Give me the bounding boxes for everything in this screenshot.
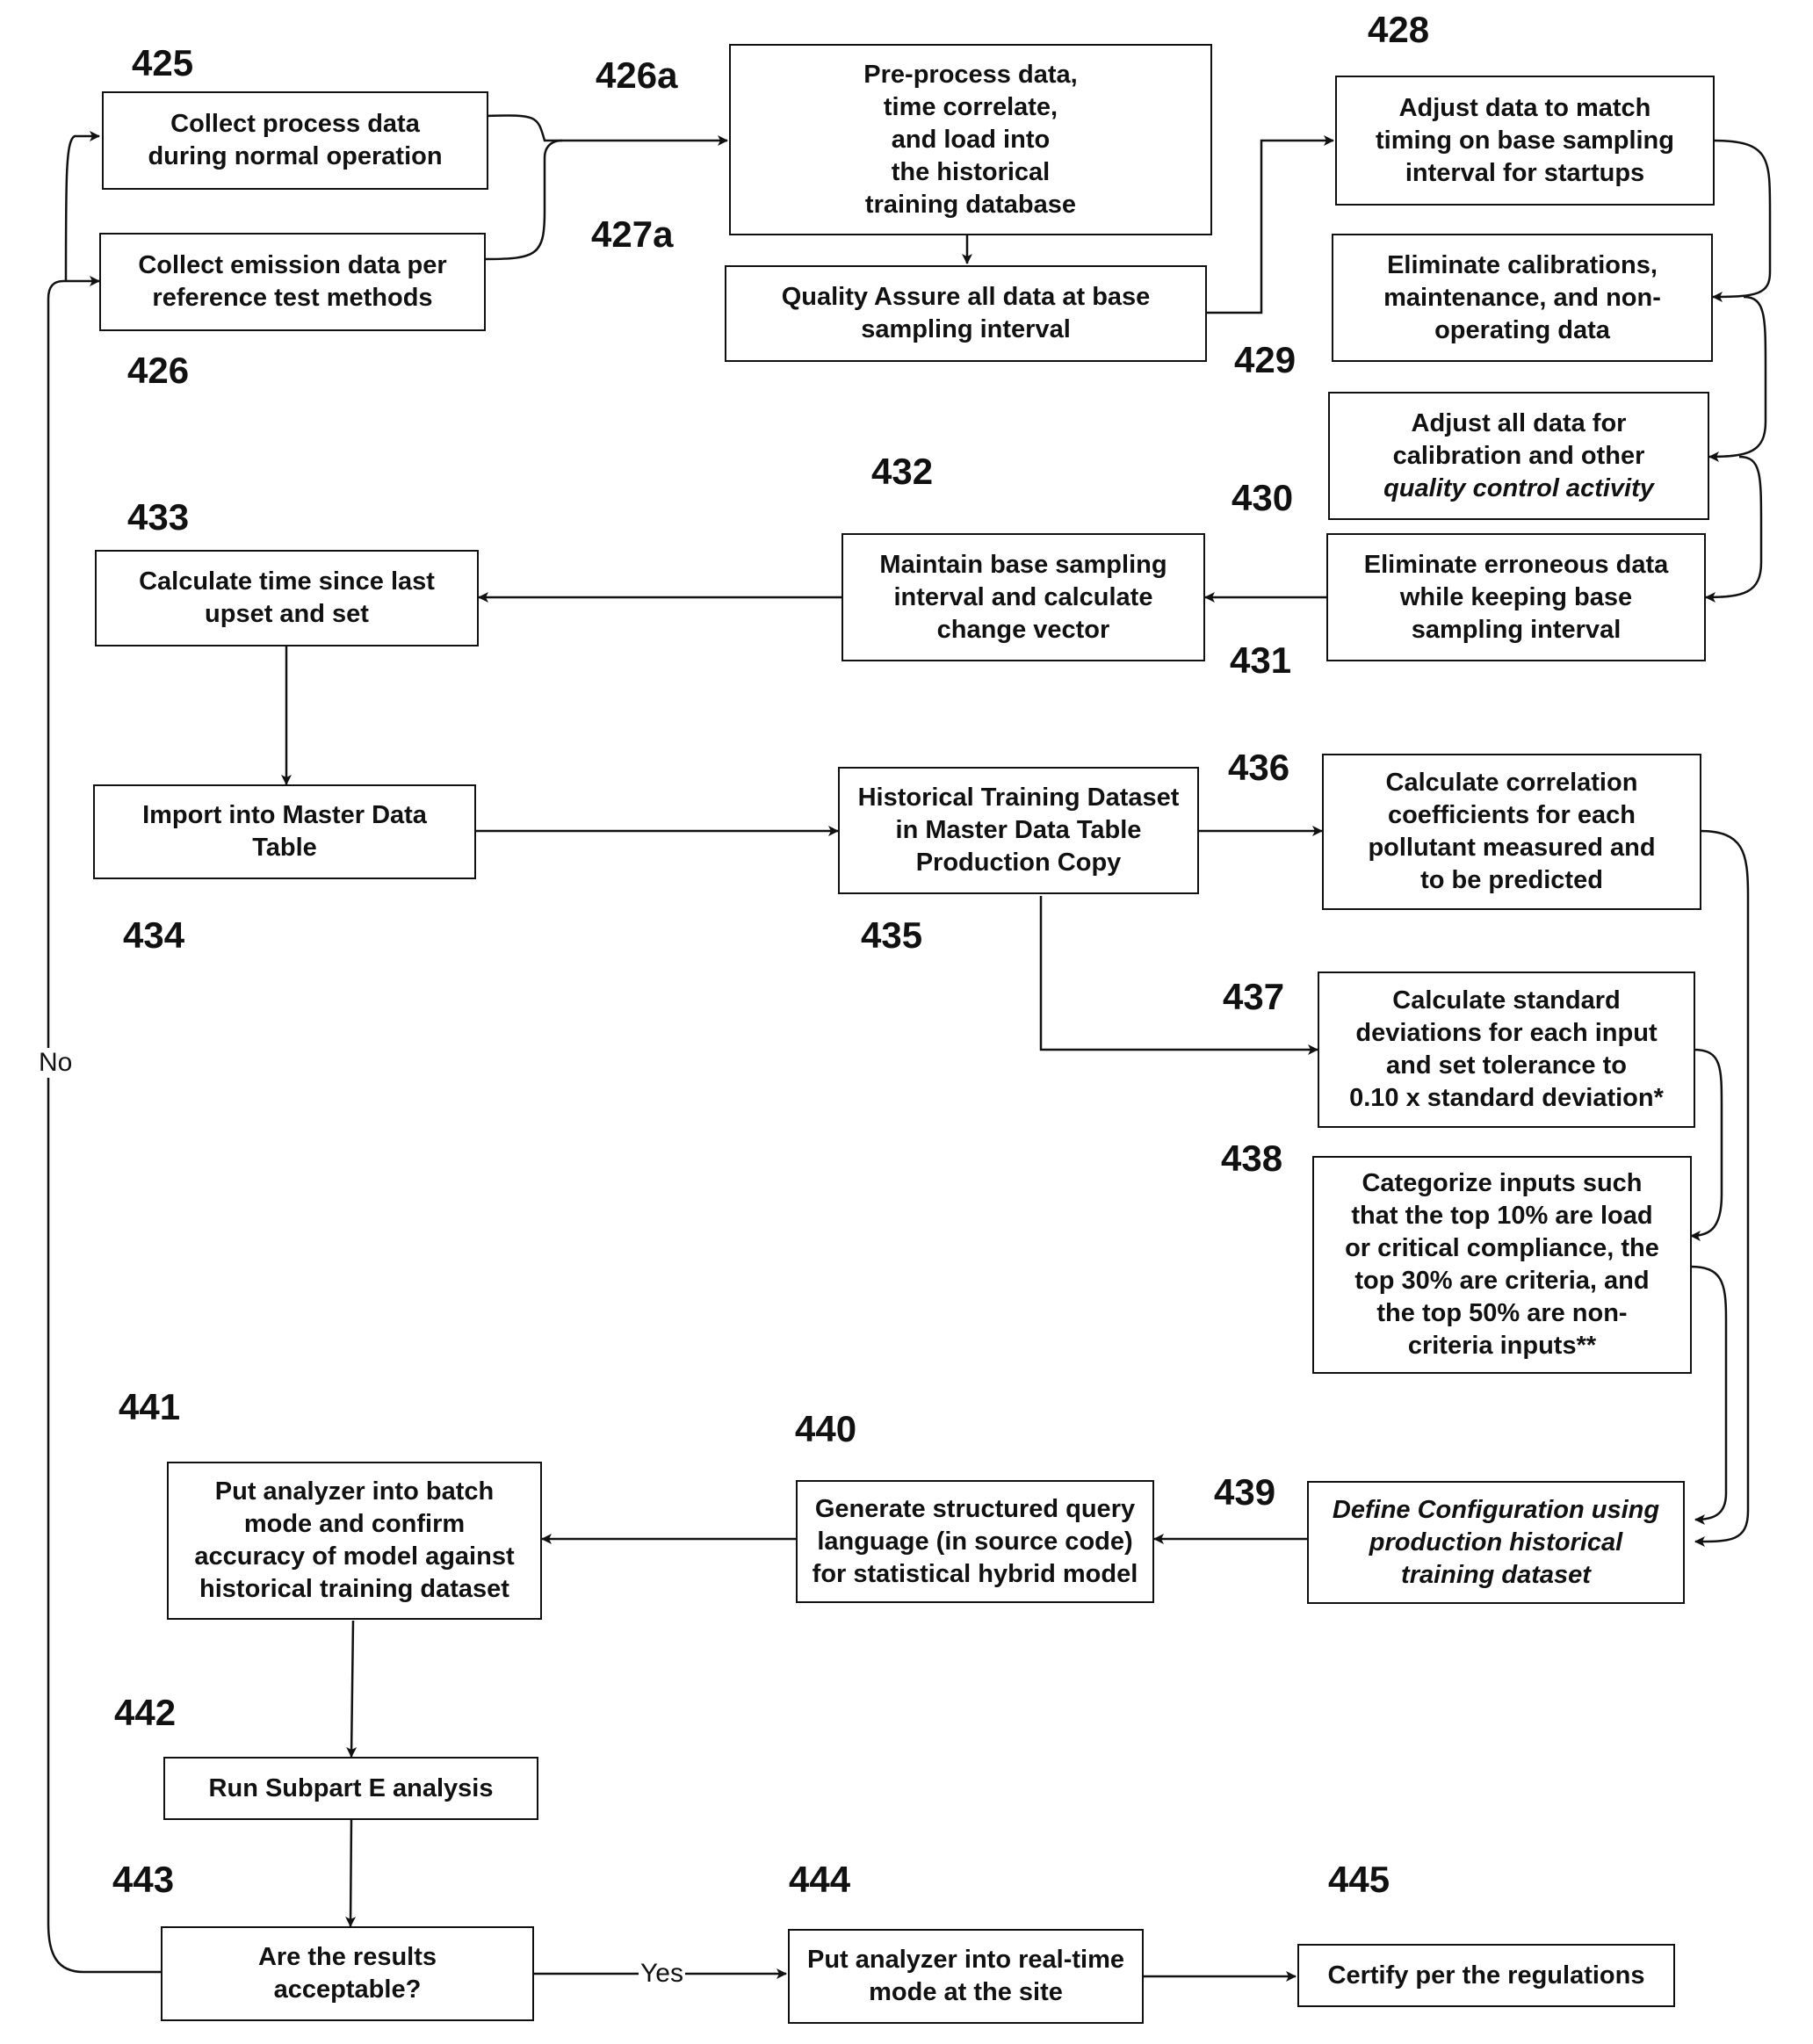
step-define-configuration: Define Configuration using production hi… [1307, 1481, 1685, 1604]
ref-label-442: 442 [114, 1692, 177, 1733]
edge-425-426a [485, 114, 728, 146]
step-generate-sql: Generate structured query language (in s… [796, 1480, 1154, 1603]
step-eliminate-erroneous-data: Eliminate erroneous data while keeping b… [1326, 533, 1706, 661]
step-historical-training-dataset: Historical Training Dataset in Master Da… [838, 767, 1199, 894]
ref-label-444: 444 [789, 1859, 851, 1900]
step-real-time-mode: Put analyzer into real-time mode at the … [788, 1929, 1144, 2024]
edge-427a-428 [1207, 135, 1334, 314]
ref-label-431: 431 [1230, 639, 1292, 681]
edge-438-439 [1690, 1265, 1728, 1525]
ref-label-425: 425 [132, 42, 194, 83]
step-batch-mode-confirm: Put analyzer into batch mode and confirm… [167, 1462, 542, 1620]
edge-label-no: No [37, 1048, 75, 1078]
edge-426-426a [485, 139, 563, 261]
step-eliminate-calibrations: Eliminate calibrations, maintenance, and… [1332, 234, 1713, 362]
ref-label-445: 445 [1328, 1859, 1390, 1900]
edge-441-442 [346, 1620, 358, 1758]
step-collect-process-data: Collect process data during normal opera… [102, 91, 488, 190]
step-quality-assure: Quality Assure all data at base sampling… [725, 265, 1207, 362]
step-calculate-correlation: Calculate correlation coefficients for e… [1322, 754, 1701, 910]
ref-label-438: 438 [1221, 1138, 1283, 1179]
step-categorize-inputs: Categorize inputs such that the top 10% … [1312, 1156, 1692, 1374]
ref-label-426a: 426a [596, 54, 678, 96]
step-certify-regulations: Certify per the regulations [1297, 1944, 1675, 2007]
edge-435-437 [1039, 896, 1318, 1055]
ref-label-429: 429 [1234, 339, 1297, 380]
edge-428-429 [1712, 139, 1772, 302]
ref-label-434: 434 [123, 914, 185, 956]
ref-label-437: 437 [1223, 976, 1285, 1017]
step-adjust-for-calibration: Adjust all data for calibration and othe… [1328, 392, 1709, 520]
ref-label-435: 435 [861, 914, 923, 956]
step-run-subpart-e: Run Subpart E analysis [163, 1757, 538, 1820]
edge-label-yes: Yes [639, 1959, 685, 1989]
ref-label-443: 443 [112, 1859, 175, 1900]
ref-label-436: 436 [1228, 747, 1290, 788]
ref-label-432: 432 [871, 451, 934, 492]
decision-results-acceptable: Are the results acceptable? [161, 1926, 534, 2021]
step-calculate-time-since-upset: Calculate time since last upset and set [95, 550, 479, 646]
edge-no-to-425 [64, 131, 100, 282]
step-import-master-data-table: Import into Master Data Table [93, 784, 476, 879]
ref-label-439: 439 [1214, 1471, 1276, 1513]
edge-430-431 [1705, 455, 1763, 603]
step-adjust-timing-startups: Adjust data to match timing on base samp… [1335, 76, 1715, 206]
edge-429-430 [1708, 295, 1767, 462]
step-adjust-for-calibration-italic-text: quality control activity [1383, 473, 1654, 502]
ref-label-441: 441 [119, 1386, 181, 1427]
step-maintain-base-sampling: Maintain base sampling interval and calc… [841, 533, 1205, 661]
ref-label-426: 426 [127, 350, 190, 391]
edge-437-438 [1690, 1048, 1723, 1241]
ref-label-433: 433 [127, 496, 190, 538]
step-collect-emission-data: Collect emission data per reference test… [99, 233, 486, 331]
ref-label-440: 440 [795, 1408, 857, 1449]
ref-label-428: 428 [1368, 9, 1430, 50]
step-adjust-for-calibration-text: Adjust all data for calibration and othe… [1392, 408, 1645, 470]
ref-label-430: 430 [1232, 477, 1294, 518]
edge-442-443 [345, 1817, 357, 1927]
step-calculate-standard-deviations: Calculate standard deviations for each i… [1318, 971, 1695, 1128]
step-preprocess-data: Pre-process data, time correlate, and lo… [729, 44, 1212, 235]
ref-label-427a: 427a [591, 213, 674, 255]
flowchart-canvas: 425 426 426a 427a 428 429 430 431 432 43… [0, 0, 1813, 2044]
